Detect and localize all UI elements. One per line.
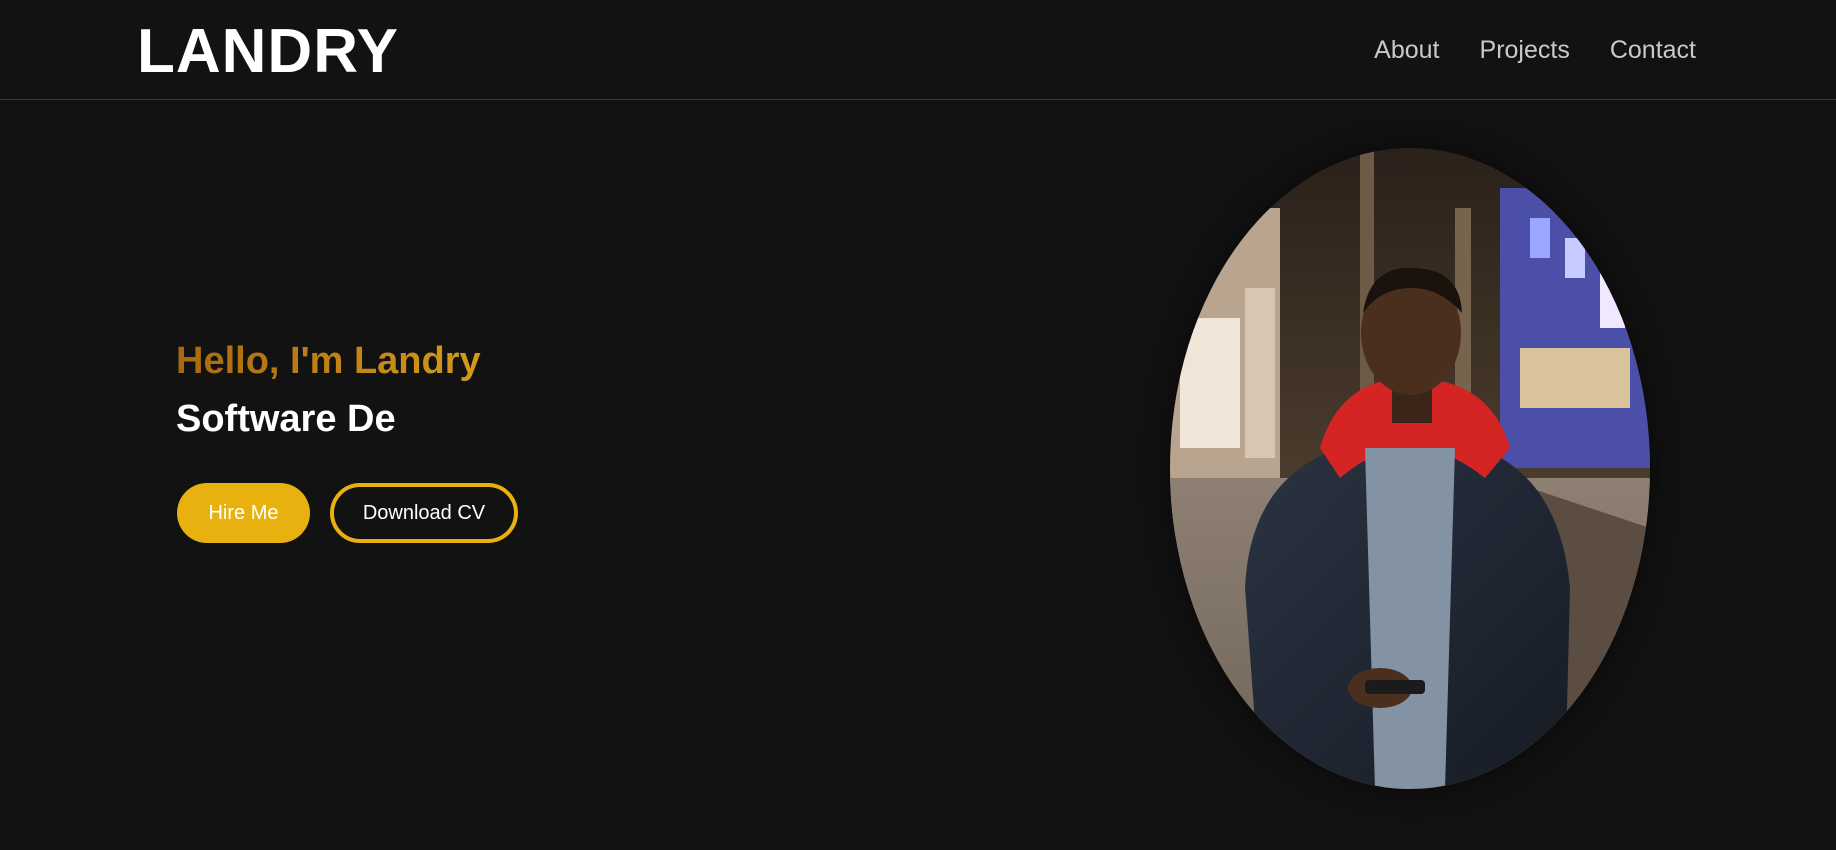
nav-link-contact[interactable]: Contact [1610,30,1696,70]
hero-buttons: Hire Me Download CV [177,483,518,543]
hero-intro: Hello, I'm Landry Software De [176,338,481,442]
site-header: LANDRY About Projects Contact [0,0,1836,100]
download-cv-button[interactable]: Download CV [330,483,518,543]
hire-me-button[interactable]: Hire Me [177,483,310,543]
profile-photo-illustration [1170,148,1650,789]
nav-link-about[interactable]: About [1374,30,1439,70]
site-logo[interactable]: LANDRY [137,14,399,90]
profile-photo [1170,148,1650,789]
hero-role-typewriter: Software De [176,398,396,440]
nav-link-projects[interactable]: Projects [1480,30,1570,70]
main-nav: About Projects Contact [1374,30,1696,70]
hero-greeting: Hello, I'm Landry [176,340,481,382]
